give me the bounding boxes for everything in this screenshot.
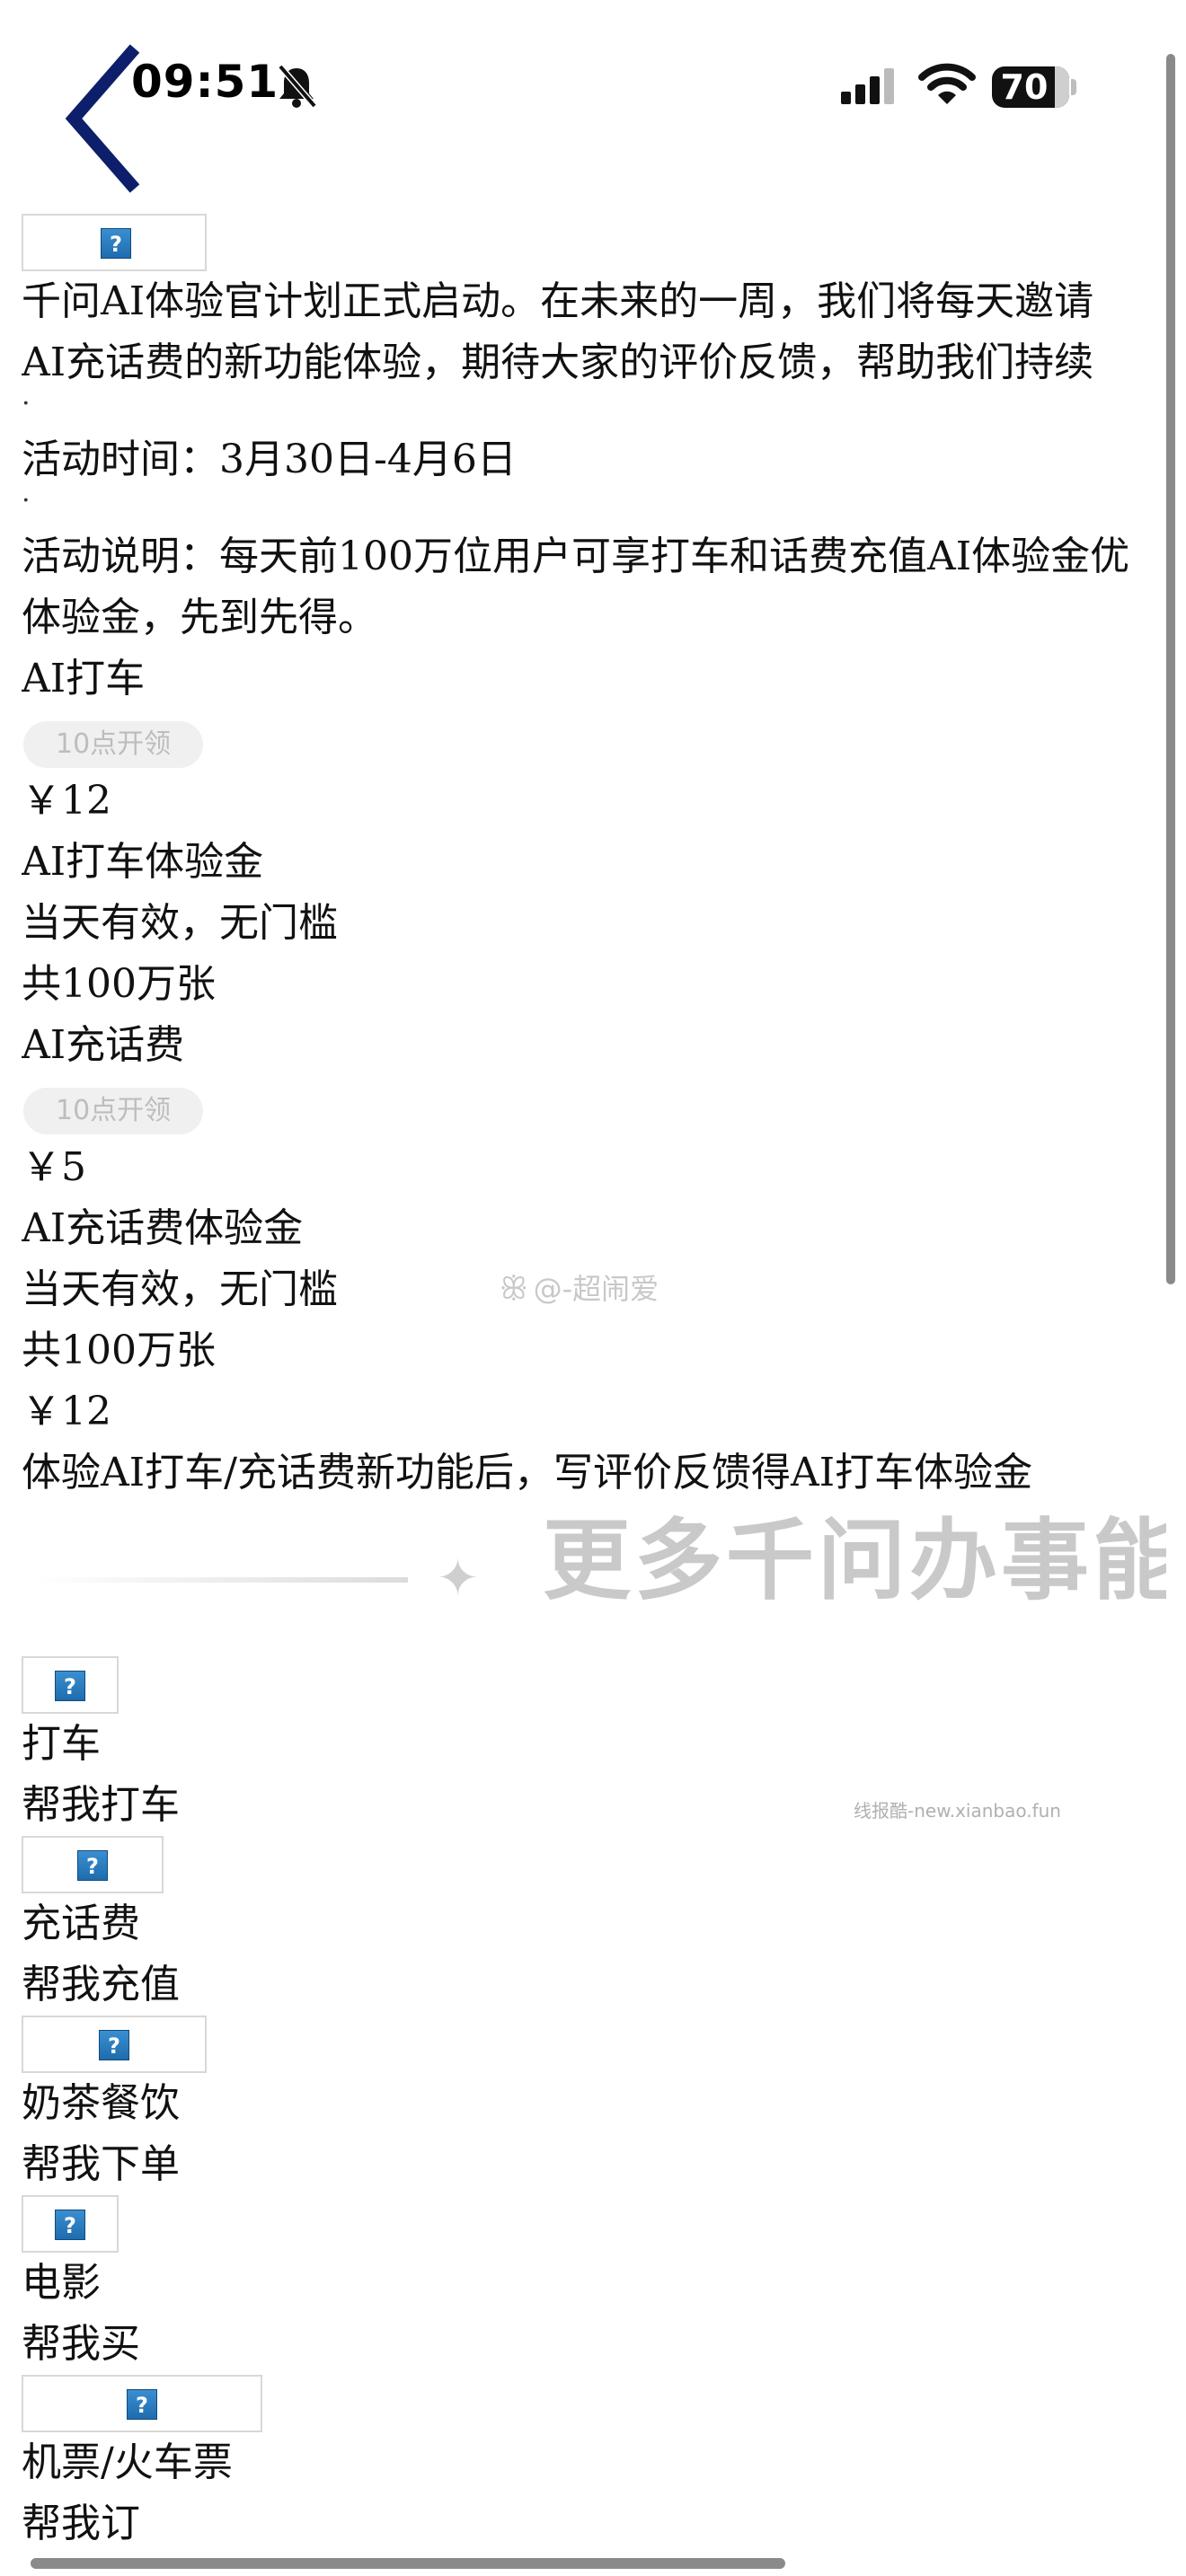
ability-action-link[interactable]: 帮我下单	[22, 2134, 1166, 2195]
battery-icon: 70	[992, 66, 1069, 108]
coupon-price: ￥12	[22, 778, 111, 824]
ability-name: 电影	[22, 2260, 101, 2306]
broken-image-glyph: ?	[99, 2030, 129, 2060]
broken-image-icon: ?	[22, 2016, 207, 2073]
broken-image-glyph: ?	[77, 1850, 108, 1881]
section-title: 更多千问办事能力	[543, 1510, 1166, 1612]
battery-level: 70	[1000, 67, 1049, 107]
broken-image-icon: ?	[22, 1656, 119, 1714]
review-reward-text: 体验AI打车/充话费新功能后，写评价反馈得AI打车体验金	[22, 1450, 1033, 1495]
separator-dot: ·	[22, 388, 31, 419]
activity-time: 活动时间：3月30日-4月6日	[22, 437, 517, 482]
broken-image-glyph: ?	[55, 2210, 85, 2240]
separator-dot: ·	[22, 485, 31, 516]
weibo-icon: ꕥ	[500, 1271, 528, 1307]
announcement-line-1: 千问AI体验官计划正式启动。在未来的一周，我们将每天邀请	[22, 278, 1094, 324]
activity-description-line-2: 体验金，先到先得。	[22, 595, 377, 640]
vertical-scrollbar[interactable]	[1166, 54, 1175, 1284]
section-divider: ✦ 更多千问办事能力	[22, 1504, 1166, 1656]
ability-name: 打车	[22, 1721, 101, 1767]
broken-image-glyph: ?	[127, 2389, 157, 2420]
broken-image-glyph: ?	[101, 228, 131, 259]
broken-image-icon: ?	[22, 214, 207, 271]
coupon-count: 共100万张	[22, 1328, 216, 1373]
ability-name: 充话费	[22, 1901, 140, 1946]
page-content: ? 千问AI体验官计划正式启动。在未来的一周，我们将每天邀请 AI充话费的新功能…	[22, 214, 1166, 2554]
status-bar: 09:51 70	[0, 0, 1186, 193]
claim-button[interactable]: 10点开领	[23, 1088, 204, 1134]
broken-image-icon: ?	[22, 2375, 262, 2432]
announcement-line-2: AI充话费的新功能体验，期待大家的评价反馈，帮助我们持续	[22, 340, 1094, 385]
broken-image-icon: ?	[22, 1836, 164, 1893]
ability-action-link[interactable]: 帮我订	[22, 2493, 1166, 2554]
ability-name: 奶茶餐饮	[22, 2080, 180, 2126]
ability-action-link[interactable]: 帮我充值	[22, 1954, 1166, 2016]
broken-image-glyph: ?	[55, 1671, 85, 1701]
sparkle-icon: ✦	[437, 1549, 479, 1608]
wifi-icon	[918, 63, 976, 104]
coupon-title: AI打车体验金	[22, 839, 264, 885]
site-watermark: 线报酷-new.xianbao.fun	[854, 1800, 1061, 1822]
coupon-title: AI充话费体验金	[22, 1205, 304, 1251]
coupon-validity: 当天有效，无门槛	[22, 900, 338, 946]
broken-image-icon: ?	[22, 2195, 119, 2253]
coupon-name: AI打车	[22, 656, 146, 701]
horizontal-scrollbar[interactable]	[31, 2558, 785, 2569]
clock-time: 09:51	[131, 56, 279, 108]
ability-action-link[interactable]: 帮我买	[22, 2314, 1166, 2375]
ability-name: 机票/火车票	[22, 2439, 233, 2485]
cellular-signal-icon	[841, 68, 894, 104]
coupon-price: ￥5	[22, 1144, 86, 1190]
activity-description-line-1: 活动说明：每天前100万位用户可享打车和话费充值AI体验金优	[22, 534, 1130, 579]
coupon-name: AI充话费	[22, 1022, 185, 1068]
review-reward-price: ￥12	[22, 1389, 111, 1434]
coupon-count: 共100万张	[22, 961, 216, 1007]
battery-cap	[1071, 79, 1076, 95]
weibo-watermark: ꕥ @-超闹爱	[500, 1266, 659, 1308]
claim-button[interactable]: 10点开领	[23, 721, 204, 768]
weibo-handle: @-超闹爱	[533, 1272, 659, 1306]
bell-slash-icon	[278, 64, 317, 109]
divider-line	[31, 1577, 408, 1583]
